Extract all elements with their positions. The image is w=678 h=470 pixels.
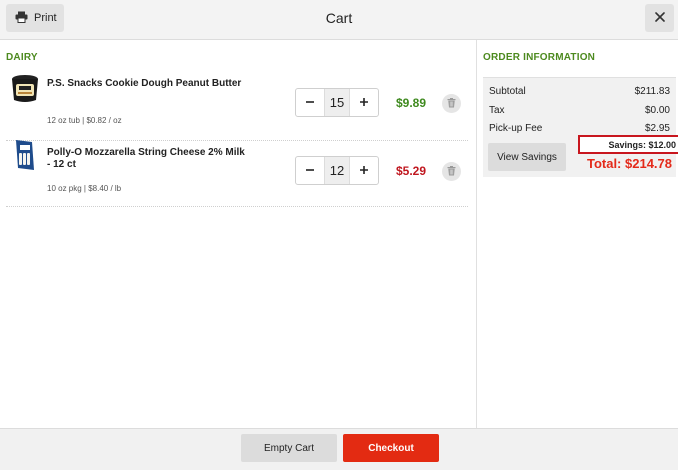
cart-header: Print Cart bbox=[0, 0, 678, 40]
close-icon bbox=[654, 9, 665, 27]
section-title-dairy: DAIRY bbox=[6, 52, 38, 63]
plus-icon bbox=[359, 162, 369, 179]
tax-label: Tax bbox=[489, 105, 505, 116]
item-price: $9.89 bbox=[396, 96, 427, 110]
subtotal-value: $211.83 bbox=[634, 86, 670, 97]
view-savings-button[interactable]: View Savings bbox=[488, 143, 566, 171]
pickup-fee-value: $2.95 bbox=[644, 123, 670, 134]
quantity-stepper: 12 bbox=[295, 156, 379, 185]
quantity-value[interactable]: 15 bbox=[324, 89, 350, 116]
checkout-button[interactable]: Checkout bbox=[343, 434, 439, 462]
cart-item: Polly-O Mozzarella String Cheese 2% Milk… bbox=[6, 139, 468, 207]
cart-items-panel: DAIRY P.S. Snacks Cookie Dough Peanut Bu… bbox=[0, 40, 476, 428]
order-summary: Subtotal $211.83 Tax $0.00 Pick-up Fee $… bbox=[483, 77, 678, 177]
increase-quantity-button[interactable] bbox=[350, 157, 378, 184]
cart-item: P.S. Snacks Cookie Dough Peanut Butter 1… bbox=[6, 73, 468, 141]
remove-item-button[interactable] bbox=[442, 162, 461, 181]
pickup-fee-label: Pick-up Fee bbox=[489, 123, 543, 134]
item-name[interactable]: P.S. Snacks Cookie Dough Peanut Butter bbox=[47, 78, 247, 90]
remove-item-button[interactable] bbox=[442, 94, 461, 113]
close-button[interactable] bbox=[645, 4, 674, 32]
increase-quantity-button[interactable] bbox=[350, 89, 378, 116]
item-price: $5.29 bbox=[396, 164, 427, 178]
page-title: Cart bbox=[325, 10, 353, 26]
item-name[interactable]: Polly-O Mozzarella String Cheese 2% Milk… bbox=[47, 147, 247, 171]
tax-value: $0.00 bbox=[644, 105, 670, 116]
order-information-title: ORDER INFORMATION bbox=[483, 52, 596, 63]
empty-cart-button[interactable]: Empty Cart bbox=[241, 434, 337, 462]
quantity-stepper: 15 bbox=[295, 88, 379, 117]
minus-icon bbox=[305, 94, 315, 111]
quantity-value[interactable]: 12 bbox=[324, 157, 350, 184]
trash-icon bbox=[447, 95, 456, 113]
decrease-quantity-button[interactable] bbox=[296, 89, 324, 116]
trash-icon bbox=[447, 163, 456, 181]
product-image-cookie-dough[interactable] bbox=[10, 73, 40, 105]
order-total: Total: $214.78 bbox=[586, 156, 672, 171]
order-information-panel: ORDER INFORMATION Subtotal $211.83 Tax $… bbox=[477, 40, 678, 428]
item-meta: 10 oz pkg | $8.40 / lb bbox=[47, 184, 122, 193]
cart-footer: Empty Cart Checkout bbox=[0, 428, 678, 470]
savings-amount: Savings: $12.00 bbox=[578, 135, 678, 154]
product-image-string-cheese[interactable] bbox=[10, 139, 40, 171]
minus-icon bbox=[305, 162, 315, 179]
subtotal-label: Subtotal bbox=[489, 86, 526, 97]
plus-icon bbox=[359, 94, 369, 111]
item-meta: 12 oz tub | $0.82 / oz bbox=[47, 116, 122, 125]
decrease-quantity-button[interactable] bbox=[296, 157, 324, 184]
